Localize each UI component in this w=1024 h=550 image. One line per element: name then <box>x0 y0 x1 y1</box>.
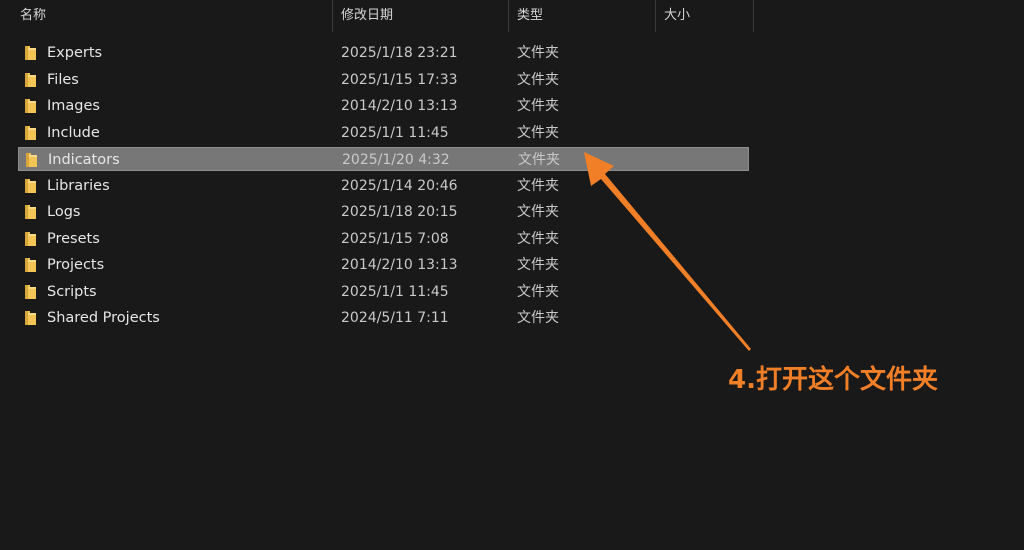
table-row[interactable]: Include 2025/1/1 11:45 文件夹 <box>18 121 749 145</box>
folder-icon <box>25 311 36 325</box>
column-header: 名称 ^ 修改日期 类型 大小 <box>0 0 1024 32</box>
column-header-type[interactable]: 类型 <box>509 0 656 32</box>
table-row[interactable]: Projects 2014/2/10 13:13 文件夹 <box>18 253 749 277</box>
file-type: 文件夹 <box>517 98 559 114</box>
file-type: 文件夹 <box>517 45 559 61</box>
sort-ascending-icon: ^ <box>179 0 190 7</box>
column-header-size[interactable]: 大小 <box>656 0 754 32</box>
file-explorer: 名称 ^ 修改日期 类型 大小 Experts 2025/1/18 23:21 … <box>0 0 1024 550</box>
column-header-name-label: 名称 <box>20 8 47 23</box>
file-name: Scripts <box>47 283 97 300</box>
file-name: Indicators <box>48 152 120 168</box>
modified-date: 2025/1/18 20:15 <box>341 204 458 220</box>
modified-date: 2025/1/20 4:32 <box>342 152 450 168</box>
file-name: Images <box>47 98 100 114</box>
table-row[interactable]: Indicators 2025/1/20 4:32 文件夹 <box>18 147 749 171</box>
modified-date: 2025/1/18 23:21 <box>341 45 458 61</box>
table-row[interactable]: Files 2025/1/15 17:33 文件夹 <box>18 68 749 92</box>
table-row[interactable]: Images 2014/2/10 13:13 文件夹 <box>18 94 749 118</box>
folder-icon <box>25 99 36 113</box>
file-name: Experts <box>47 45 103 61</box>
file-name: Logs <box>47 204 81 220</box>
column-header-date-label: 修改日期 <box>341 8 394 23</box>
folder-icon <box>26 153 37 167</box>
file-type: 文件夹 <box>517 310 559 326</box>
file-type: 文件夹 <box>517 124 559 141</box>
modified-date: 2014/2/10 13:13 <box>341 98 458 114</box>
modified-date: 2025/1/1 11:45 <box>341 124 449 141</box>
modified-date: 2014/2/10 13:13 <box>341 257 458 273</box>
modified-date: 2024/5/11 7:11 <box>341 310 449 326</box>
folder-icon <box>25 205 36 219</box>
folder-icon <box>25 178 36 193</box>
file-name: Projects <box>47 257 105 273</box>
file-type: 文件夹 <box>517 283 559 300</box>
file-type: 文件夹 <box>517 204 559 220</box>
file-name: Files <box>47 71 79 88</box>
table-row[interactable]: Presets 2025/1/15 7:08 文件夹 <box>18 227 749 251</box>
table-row[interactable]: Experts 2025/1/18 23:21 文件夹 <box>18 41 749 65</box>
column-header-type-label: 类型 <box>517 8 544 23</box>
column-header-date[interactable]: 修改日期 <box>333 0 509 32</box>
file-name: Include <box>47 124 100 141</box>
folder-icon <box>25 72 36 87</box>
folder-icon <box>25 231 36 246</box>
modified-date: 2025/1/14 20:46 <box>341 177 458 194</box>
table-row[interactable]: Logs 2025/1/18 20:15 文件夹 <box>18 200 749 224</box>
column-header-name[interactable]: 名称 ^ <box>12 0 333 32</box>
table-row[interactable]: Libraries 2025/1/14 20:46 文件夹 <box>18 174 749 198</box>
file-type: 文件夹 <box>517 177 559 194</box>
file-name: Shared Projects <box>47 310 160 326</box>
file-name: Presets <box>47 230 100 247</box>
modified-date: 2025/1/1 11:45 <box>341 283 449 300</box>
table-row[interactable]: Shared Projects 2024/5/11 7:11 文件夹 <box>18 306 749 330</box>
annotation-label: 4.打开这个文件夹 <box>728 365 938 395</box>
table-row[interactable]: Scripts 2025/1/1 11:45 文件夹 <box>18 280 749 304</box>
modified-date: 2025/1/15 17:33 <box>341 71 458 88</box>
folder-icon <box>25 125 36 140</box>
modified-date: 2025/1/15 7:08 <box>341 230 449 247</box>
file-type: 文件夹 <box>517 71 559 88</box>
file-name: Libraries <box>47 177 110 194</box>
file-type: 文件夹 <box>518 152 560 168</box>
folder-icon <box>25 258 36 272</box>
file-type: 文件夹 <box>517 230 559 247</box>
column-header-size-label: 大小 <box>664 8 691 23</box>
file-type: 文件夹 <box>517 257 559 273</box>
folder-icon <box>25 46 36 60</box>
folder-icon <box>25 284 36 299</box>
